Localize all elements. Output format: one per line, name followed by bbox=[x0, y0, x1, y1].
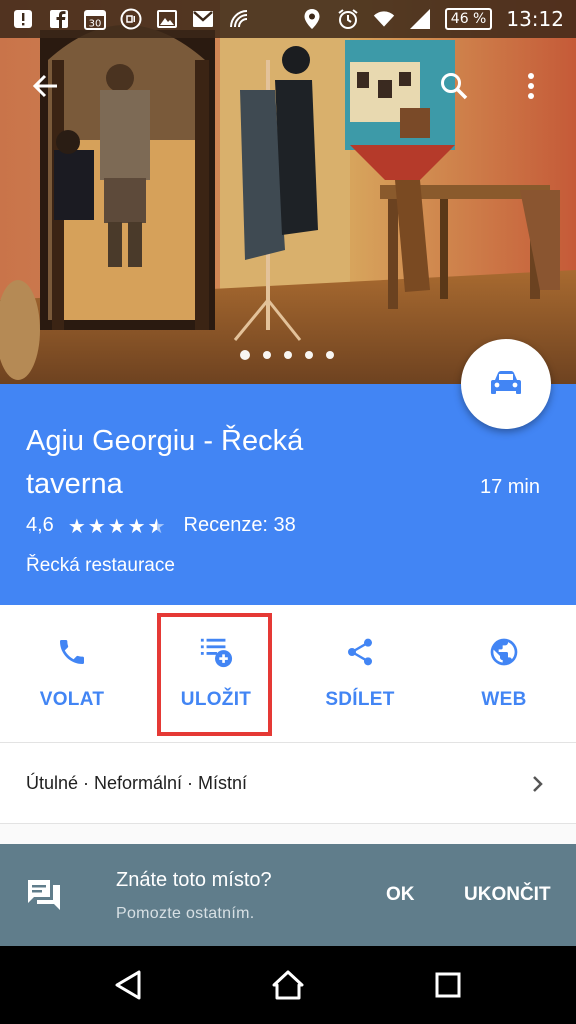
nfc-icon bbox=[228, 8, 250, 30]
feedback-snackbar: Znáte toto místo? Pomozte ostatním. OK U… bbox=[0, 844, 576, 946]
alarm-icon bbox=[337, 8, 359, 30]
battery-indicator: 46 % bbox=[444, 8, 493, 30]
half-star-icon: ★ ★ bbox=[147, 513, 166, 538]
location-icon bbox=[301, 8, 323, 30]
facebook-icon bbox=[48, 8, 70, 30]
star-icon: ★ bbox=[87, 513, 106, 538]
alert-icon bbox=[12, 8, 34, 30]
save-highlight-box bbox=[157, 613, 272, 736]
nav-home-icon[interactable] bbox=[268, 965, 308, 1005]
rating-row[interactable]: 4,6 ★ ★ ★ ★ ★ ★ Recenze: 38 bbox=[26, 514, 296, 537]
action-row: VOLAT ULOŽIT SDÍLET WEB bbox=[0, 605, 576, 743]
nav-recents-icon[interactable] bbox=[428, 965, 468, 1005]
calendar-icon: 30 bbox=[84, 8, 106, 30]
photo-pager-dots bbox=[240, 350, 334, 360]
website-label: WEB bbox=[481, 689, 527, 710]
status-bar: 30 46 % 13:12 bbox=[0, 0, 576, 38]
share-label: SDÍLET bbox=[325, 689, 395, 710]
search-icon[interactable] bbox=[434, 66, 474, 106]
pager-dot bbox=[326, 351, 334, 359]
snackbar-dismiss-button[interactable]: UKONČIT bbox=[464, 884, 551, 906]
website-button[interactable]: WEB bbox=[432, 605, 576, 743]
review-count[interactable]: Recenze: 38 bbox=[184, 514, 296, 537]
calendar-day: 30 bbox=[89, 19, 102, 30]
star-icon: ★ bbox=[107, 513, 126, 538]
gmail-icon bbox=[192, 8, 214, 30]
mi-icon bbox=[120, 8, 142, 30]
feedback-icon bbox=[26, 878, 62, 914]
place-category: Řecká restaurace bbox=[26, 555, 175, 576]
place-photo[interactable] bbox=[0, 0, 576, 384]
rating-value: 4,6 bbox=[26, 514, 54, 536]
star-icon: ★ bbox=[67, 513, 86, 538]
nav-back-icon[interactable] bbox=[108, 965, 148, 1005]
globe-icon bbox=[487, 635, 521, 669]
phone-icon bbox=[55, 635, 89, 669]
call-label: VOLAT bbox=[39, 689, 105, 710]
pager-dot bbox=[284, 351, 292, 359]
pager-dot bbox=[240, 350, 250, 360]
restaurant-interior-image bbox=[0, 0, 576, 384]
snackbar-ok-button[interactable]: OK bbox=[386, 884, 415, 906]
app-bar bbox=[0, 62, 576, 110]
signal-icon bbox=[409, 8, 431, 30]
star-rating: ★ ★ ★ ★ ★ ★ bbox=[68, 516, 166, 536]
place-name: Agiu Georgiu - Řecká taverna bbox=[26, 425, 304, 500]
share-button[interactable]: SDÍLET bbox=[288, 605, 432, 743]
snackbar-title: Znáte toto místo? bbox=[116, 869, 272, 891]
star-icon: ★ bbox=[127, 513, 146, 538]
system-nav-bar bbox=[0, 946, 576, 1024]
share-icon bbox=[343, 635, 377, 669]
snackbar-subtitle: Pomozte ostatním. bbox=[116, 905, 255, 922]
pager-dot bbox=[263, 351, 271, 359]
attributes-row[interactable]: Útulné · Neformální · Místní bbox=[0, 744, 576, 824]
back-arrow-icon[interactable] bbox=[26, 66, 66, 106]
chevron-right-icon bbox=[526, 772, 550, 796]
more-vert-icon[interactable] bbox=[514, 66, 548, 106]
pager-dot bbox=[305, 351, 313, 359]
wifi-icon bbox=[373, 8, 395, 30]
clock: 13:12 bbox=[506, 7, 564, 31]
attributes-text: Útulné · Neformální · Místní bbox=[26, 773, 248, 793]
call-button[interactable]: VOLAT bbox=[0, 605, 144, 743]
drive-time: 17 min bbox=[479, 476, 540, 498]
directions-button[interactable] bbox=[461, 339, 551, 429]
content-divider bbox=[0, 824, 576, 844]
car-icon bbox=[491, 371, 521, 394]
image-icon bbox=[156, 8, 178, 30]
